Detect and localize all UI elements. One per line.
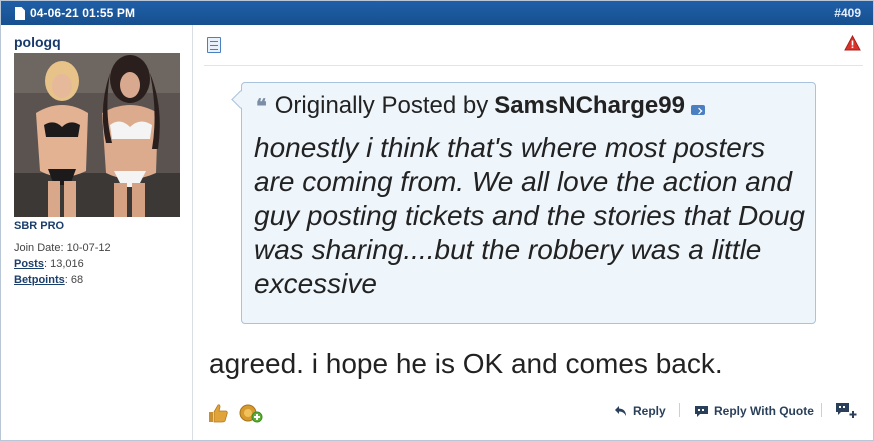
post-icon xyxy=(207,37,221,53)
reply-label: Reply xyxy=(633,404,666,418)
like-icon[interactable] xyxy=(207,403,229,423)
quote-header: ❝ Originally Posted by SamsNCharge99 xyxy=(256,92,705,120)
betpoints-value: 68 xyxy=(70,274,84,286)
forum-post: 04-06-21 01:55 PM #409 pologq SBR PRO Jo… xyxy=(0,0,874,441)
multi-quote-icon[interactable] xyxy=(835,402,857,420)
quote-block: ❝ Originally Posted by SamsNCharge99 hon… xyxy=(241,82,816,324)
post-number-link[interactable]: #409 xyxy=(834,6,861,20)
thanks-icon[interactable] xyxy=(239,402,263,424)
join-date-value: 10-07-12 xyxy=(66,242,111,254)
user-title: SBR PRO xyxy=(14,220,65,232)
document-icon xyxy=(15,6,25,20)
warning-icon[interactable] xyxy=(844,35,861,51)
reply-button[interactable]: Reply xyxy=(614,404,666,418)
post-header: 04-06-21 01:55 PM #409 xyxy=(1,1,873,25)
action-separator xyxy=(821,403,822,417)
quote-prefix: Originally Posted by xyxy=(274,92,489,119)
post-message: agreed. i hope he is OK and comes back. xyxy=(209,348,723,379)
quote-author: SamsNCharge99 xyxy=(494,92,685,119)
quote-icon: ❝ xyxy=(256,94,267,118)
post-content: ❝ Originally Posted by SamsNCharge99 hon… xyxy=(194,25,873,440)
username-link[interactable]: pologq xyxy=(14,34,61,50)
user-stats: Join Date: 10-07-12 Posts: 13,016 Betpoi… xyxy=(14,240,111,288)
view-post-icon[interactable] xyxy=(690,105,705,115)
reply-with-quote-label: Reply With Quote xyxy=(714,404,814,418)
betpoints-link[interactable]: Betpoints xyxy=(14,274,65,286)
quote-text: honestly i think that's where most poste… xyxy=(254,132,805,299)
join-date-row: Join Date: 10-07-12 xyxy=(14,240,111,256)
user-info-panel: pologq SBR PRO Join Date: 10-07-12 Posts… xyxy=(1,25,193,440)
post-date: 04-06-21 01:55 PM xyxy=(30,6,136,20)
betpoints-row: Betpoints: 68 xyxy=(14,272,111,288)
posts-colon: : xyxy=(43,258,48,270)
reply-with-quote-button[interactable]: Reply With Quote xyxy=(694,404,814,418)
betpoints-colon: : xyxy=(64,274,68,286)
posts-row: Posts: 13,016 xyxy=(14,256,111,272)
posts-link[interactable]: Posts xyxy=(14,258,44,270)
avatar[interactable] xyxy=(14,53,180,217)
posts-value: 13,016 xyxy=(50,258,84,270)
reply-icon xyxy=(615,406,626,416)
action-separator xyxy=(679,403,680,417)
reply-with-quote-icon xyxy=(695,405,708,417)
join-date-label: Join Date: xyxy=(14,242,64,254)
content-divider xyxy=(204,65,863,66)
post-footer: Reply Reply With Quote xyxy=(194,395,873,440)
